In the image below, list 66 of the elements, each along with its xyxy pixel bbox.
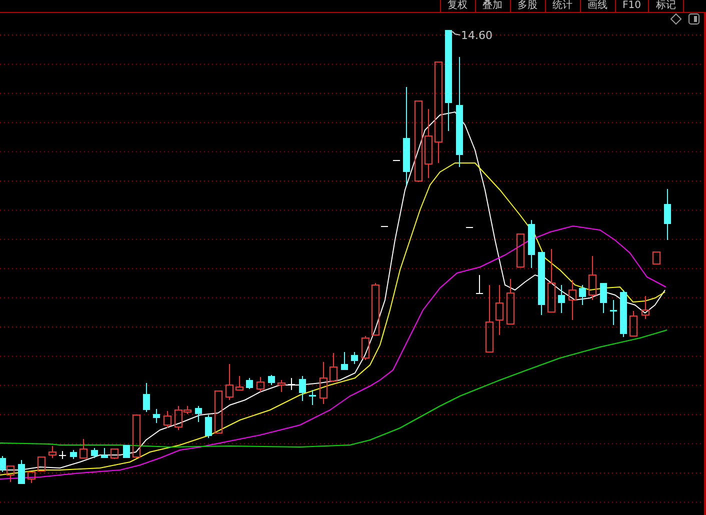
candlestick bbox=[620, 290, 627, 338]
candlestick bbox=[548, 248, 556, 312]
candlestick bbox=[664, 188, 671, 240]
candlestick bbox=[320, 362, 328, 404]
candlestick bbox=[132, 414, 140, 458]
candlestick bbox=[205, 414, 212, 438]
candlestick bbox=[652, 252, 660, 264]
candlestick bbox=[506, 278, 514, 324]
candlestick bbox=[18, 460, 25, 484]
candlestick bbox=[476, 274, 484, 294]
toolbar-tab[interactable]: F10 bbox=[614, 0, 648, 12]
candlestick bbox=[424, 108, 432, 178]
candlestick bbox=[362, 336, 370, 360]
candlestick bbox=[214, 390, 222, 434]
candlestick bbox=[91, 448, 98, 458]
candlestick bbox=[516, 234, 524, 268]
candlestick bbox=[288, 378, 296, 390]
candlestick bbox=[153, 408, 160, 424]
candlestick bbox=[496, 284, 504, 336]
candlestick bbox=[600, 282, 607, 314]
candlestick bbox=[528, 220, 535, 268]
toolbar-tab[interactable]: 复权 bbox=[440, 0, 475, 12]
candlestick bbox=[101, 448, 108, 458]
candlestick bbox=[58, 450, 66, 460]
candlestick bbox=[236, 376, 244, 390]
candlestick bbox=[486, 284, 494, 352]
leader-line bbox=[448, 30, 460, 36]
candlestick bbox=[226, 364, 234, 400]
toolbar-tab[interactable]: 画线 bbox=[580, 0, 615, 12]
toolbar-tab[interactable]: 标记 bbox=[648, 0, 683, 12]
candlestick bbox=[630, 310, 638, 336]
candlestick bbox=[110, 448, 118, 460]
candlestick bbox=[164, 410, 172, 428]
candlestick bbox=[278, 380, 286, 392]
candlestick bbox=[341, 352, 348, 370]
panel-toggle-icon[interactable] bbox=[688, 14, 700, 24]
candlestick bbox=[268, 374, 275, 386]
candlestick bbox=[38, 456, 46, 472]
candlestick bbox=[143, 382, 150, 412]
candlestick bbox=[380, 226, 388, 227]
diamond-icon[interactable] bbox=[670, 13, 682, 25]
candlestick bbox=[256, 376, 264, 392]
candlestick bbox=[123, 444, 130, 458]
candlestick bbox=[299, 376, 306, 402]
candlestick bbox=[309, 390, 316, 406]
candlestick bbox=[70, 450, 77, 460]
candlestick bbox=[28, 472, 36, 484]
high-price-label: 14.60 bbox=[461, 29, 492, 42]
candlestick bbox=[538, 252, 545, 316]
candlestick bbox=[195, 406, 202, 422]
candlestick bbox=[48, 446, 56, 458]
candlestick bbox=[610, 300, 617, 326]
candlestick bbox=[466, 227, 474, 228]
candlestick bbox=[330, 352, 338, 382]
toolbar-tab[interactable]: 叠加 bbox=[474, 0, 510, 12]
candlestick bbox=[351, 352, 358, 364]
candlestick bbox=[246, 378, 253, 390]
candlestick bbox=[579, 284, 586, 306]
candlestick bbox=[372, 282, 380, 336]
candlestick bbox=[642, 296, 650, 320]
candlestick bbox=[568, 280, 576, 320]
candlestick bbox=[588, 256, 596, 300]
candlestick bbox=[80, 438, 88, 458]
toolbar-tab[interactable]: 多股 bbox=[510, 0, 545, 12]
candlestick bbox=[392, 160, 400, 161]
candlestick bbox=[558, 284, 565, 314]
